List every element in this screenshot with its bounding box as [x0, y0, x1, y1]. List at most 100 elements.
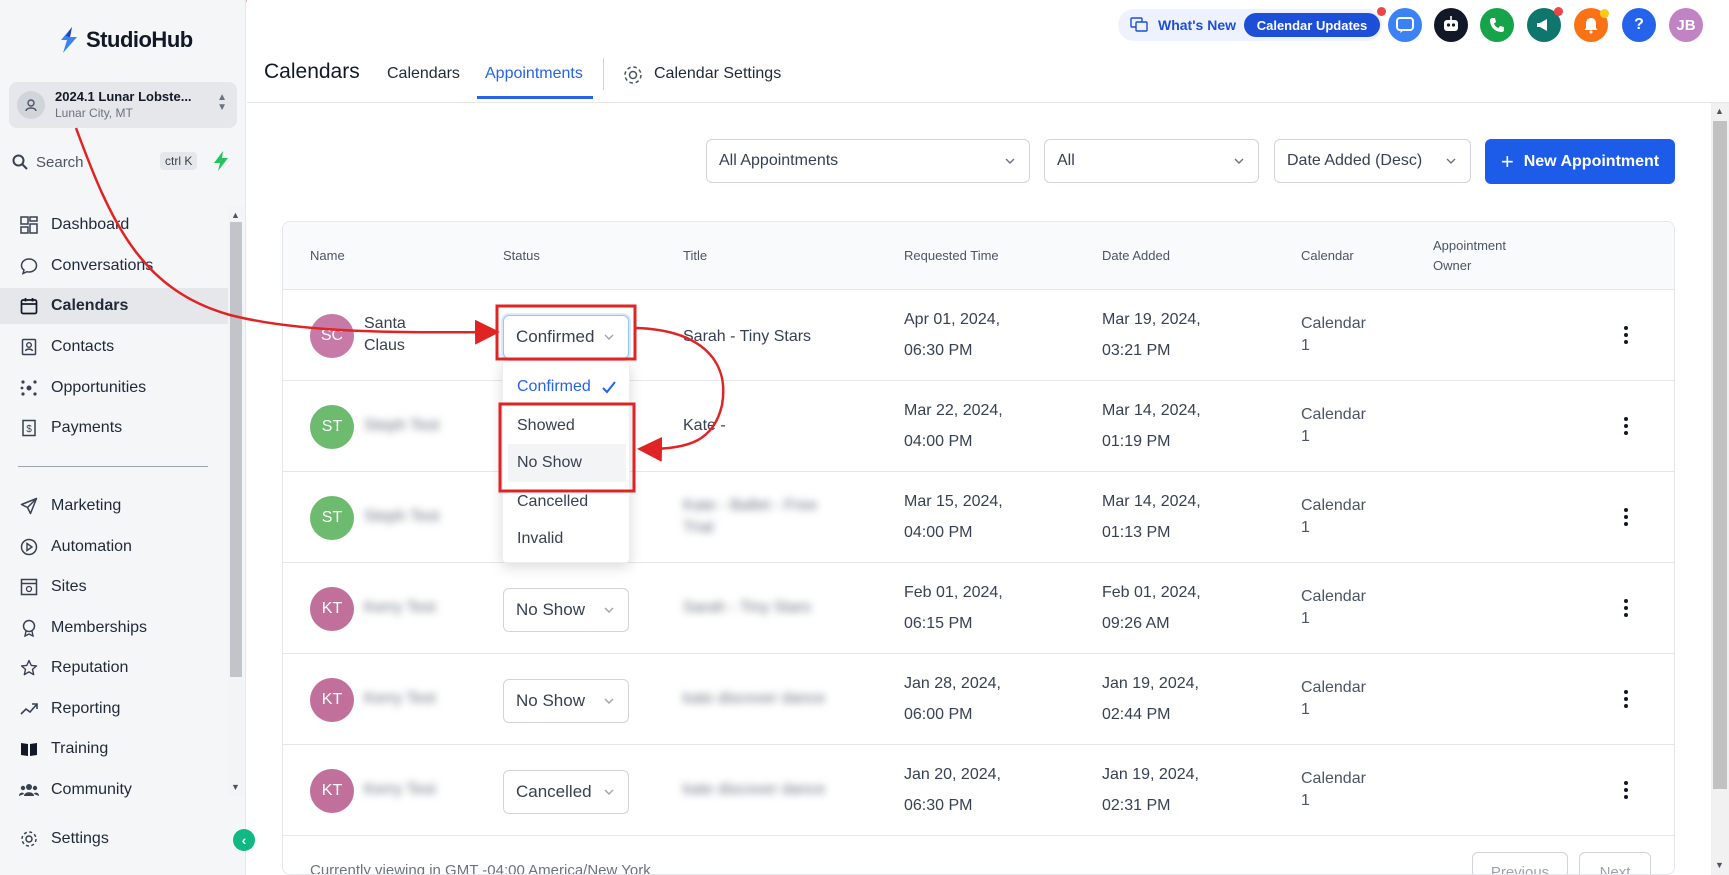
more-options-icon[interactable]	[1623, 324, 1629, 346]
status-filter-select[interactable]: All	[1044, 139, 1259, 183]
appointment-title[interactable]: Kate -	[683, 415, 726, 437]
added-date: Mar 14, 2024,	[1102, 493, 1201, 510]
ai-bot-button[interactable]	[1434, 8, 1468, 42]
sidebar-scrollbar-thumb[interactable]	[230, 222, 242, 677]
sidebar-item-sites[interactable]: Sites	[0, 569, 228, 605]
scroll-up-icon[interactable]: ▲	[1715, 106, 1724, 116]
more-options-icon[interactable]	[1623, 415, 1629, 437]
gear-icon[interactable]	[622, 64, 644, 86]
search-input[interactable]: Search ctrl K	[12, 148, 202, 176]
lightning-icon[interactable]	[212, 150, 230, 172]
previous-page-button[interactable]: Previous	[1472, 852, 1568, 874]
scroll-down-icon[interactable]: ▼	[231, 782, 240, 792]
payments-icon: $	[19, 418, 39, 438]
column-header-calendar[interactable]: Calendar	[1301, 246, 1354, 266]
tab-calendars[interactable]: Calendars	[387, 65, 460, 83]
megaphone-icon	[1537, 19, 1547, 31]
help-button[interactable]: ?	[1622, 8, 1656, 42]
tab-appointments[interactable]: Appointments	[485, 65, 583, 83]
sidebar-item-label: Calendars	[51, 297, 129, 314]
more-options-icon[interactable]	[1623, 688, 1629, 710]
tab-calendar-settings[interactable]: Calendar Settings	[654, 65, 781, 83]
status-select[interactable]: Confirmed	[503, 315, 629, 359]
contact-name[interactable]: Steph Test	[364, 506, 439, 528]
logo[interactable]: StudioHub	[58, 26, 193, 54]
scroll-down-icon[interactable]: ▼	[1715, 860, 1724, 870]
column-header-date-added[interactable]: Date Added	[1102, 246, 1170, 266]
appointment-title[interactable]: Kate - Ballet - Free Trial	[683, 495, 833, 539]
page-scrollbar-thumb[interactable]	[1713, 121, 1727, 789]
requested-date: Jan 20, 2024,	[904, 766, 1001, 783]
table-row[interactable]: KT Kerry Test Cancelled kate discover da…	[283, 745, 1674, 836]
table-row[interactable]: ST Steph Test Kate - Ballet - Free Trial…	[283, 472, 1674, 563]
new-appointment-button[interactable]: + New Appointment	[1485, 139, 1675, 184]
status-value: Cancelled	[516, 782, 592, 801]
table-row[interactable]: SC Santa Claus Confirmed Sarah - Tiny St…	[283, 290, 1674, 381]
sidebar-item-training[interactable]: Training	[0, 731, 228, 767]
sidebar-item-calendars[interactable]: Calendars	[0, 288, 228, 324]
sidebar-item-memberships[interactable]: Memberships	[0, 610, 228, 646]
dropdown-option-showed[interactable]: Showed	[503, 407, 629, 445]
sidebar-item-label: Conversations	[51, 257, 154, 274]
sidebar-item-conversations[interactable]: Conversations	[0, 248, 228, 284]
table-row[interactable]: ST Steph Test Kate - Mar 22, 2024, 04:00 …	[283, 381, 1674, 472]
sidebar-item-payments[interactable]: $ Payments	[0, 410, 228, 446]
calendar-label: Calendar	[1301, 770, 1366, 787]
sidebar-item-marketing[interactable]: Marketing	[0, 488, 228, 524]
sidebar-item-reputation[interactable]: Reputation	[0, 650, 228, 686]
user-avatar[interactable]: JB	[1669, 8, 1703, 42]
dropdown-option-no-show[interactable]: No Show	[508, 444, 626, 482]
status-select[interactable]: No Show	[503, 588, 629, 632]
scroll-up-icon[interactable]: ▲	[231, 210, 240, 220]
sidebar-item-dashboard[interactable]: Dashboard	[0, 207, 228, 243]
sidebar-item-contacts[interactable]: Contacts	[0, 329, 228, 365]
sidebar-item-reporting[interactable]: Reporting	[0, 691, 228, 727]
phone-button[interactable]	[1480, 8, 1514, 42]
column-header-requested-time[interactable]: Requested Time	[904, 246, 999, 266]
requested-date: Mar 15, 2024,	[904, 493, 1003, 510]
search-shortcut: ctrl K	[160, 152, 198, 170]
next-page-button[interactable]: Next	[1579, 852, 1651, 874]
dropdown-option-confirmed[interactable]: Confirmed	[503, 368, 629, 406]
column-header-title[interactable]: Title	[683, 246, 707, 266]
date-added: Jan 19, 2024, 02:44 PM	[1102, 668, 1199, 730]
appointment-title[interactable]: kate discover dance	[683, 688, 825, 710]
chat-widget-button[interactable]	[1388, 8, 1422, 42]
sidebar-item-community[interactable]: Community	[0, 772, 228, 808]
sidebar-item-opportunities[interactable]: Opportunities	[0, 370, 228, 406]
table-row[interactable]: KT Kerry Test No Show Sarah - Tiny Stars…	[283, 563, 1674, 654]
contact-name[interactable]: Kerry Test	[364, 597, 436, 619]
sidebar-item-label: Sites	[51, 578, 87, 595]
contact-name[interactable]: Kerry Test	[364, 688, 436, 710]
whats-new-link[interactable]: What's New	[1158, 17, 1236, 33]
sidebar-item-automation[interactable]: Automation	[0, 529, 228, 565]
more-options-icon[interactable]	[1623, 779, 1629, 801]
sidebar-item-settings[interactable]: Settings	[0, 821, 228, 857]
calendar-updates-badge[interactable]: Calendar Updates	[1244, 13, 1380, 37]
date-added: Mar 14, 2024, 01:19 PM	[1102, 395, 1201, 457]
dropdown-option-invalid[interactable]: Invalid	[503, 520, 629, 558]
status-select[interactable]: Cancelled	[503, 770, 629, 814]
account-switcher[interactable]: 2024.1 Lunar Lobste... Lunar City, MT ▲ ▼	[9, 82, 237, 128]
column-header-name[interactable]: Name	[310, 246, 345, 266]
status-select[interactable]: No Show	[503, 679, 629, 723]
contact-name[interactable]: Steph Test	[364, 415, 439, 437]
contact-name[interactable]: Kerry Test	[364, 779, 436, 801]
calendar-number: 1	[1301, 610, 1310, 627]
column-header-status[interactable]: Status	[503, 246, 540, 266]
more-options-icon[interactable]	[1623, 506, 1629, 528]
contact-last-name: Claus	[364, 337, 405, 354]
appointments-filter-select[interactable]: All Appointments	[706, 139, 1030, 183]
table-row[interactable]: KT Kerry Test No Show kate discover danc…	[283, 654, 1674, 745]
appointment-title[interactable]: kate discover dance	[683, 779, 825, 801]
chat-icon	[1396, 17, 1414, 33]
contacts-icon	[19, 337, 39, 357]
sort-select[interactable]: Date Added (Desc)	[1274, 139, 1471, 183]
collapse-sidebar-button[interactable]: ‹	[233, 829, 255, 851]
dropdown-option-cancelled[interactable]: Cancelled	[503, 483, 629, 521]
column-header-appointment-owner[interactable]: Appointment Owner	[1433, 236, 1506, 276]
appointment-title[interactable]: Sarah - Tiny Stars	[683, 326, 811, 348]
appointment-title[interactable]: Sarah - Tiny Stars	[683, 597, 811, 619]
more-options-icon[interactable]	[1623, 597, 1629, 619]
contact-name[interactable]: Santa Claus	[364, 313, 406, 357]
